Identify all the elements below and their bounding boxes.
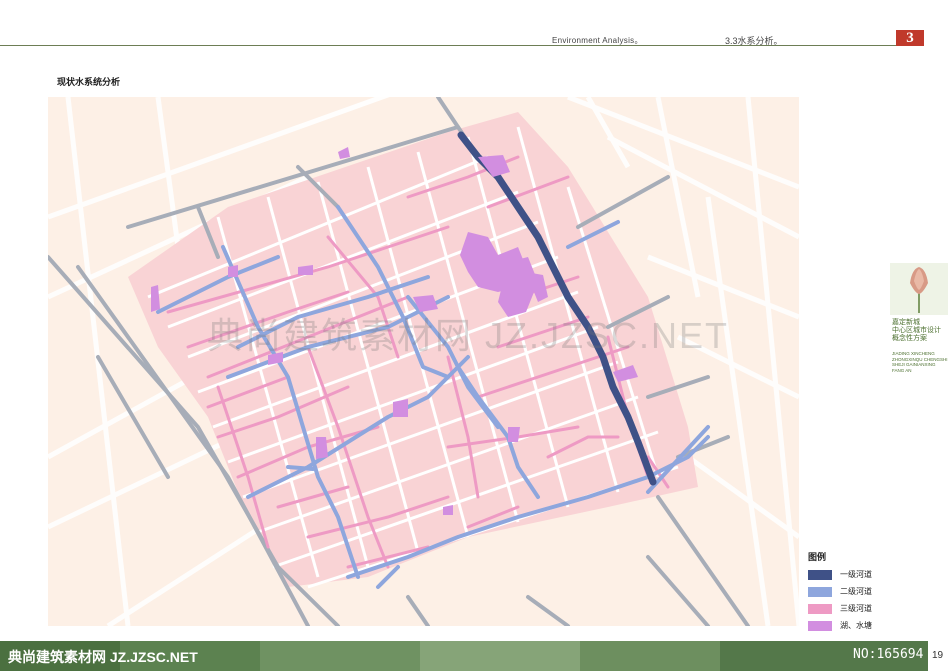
- map-drawing: [48, 97, 799, 626]
- project-logo: 嘉定新城 中心区城市设计 概念性方案 JIADING XINCHENG ZHON…: [890, 263, 948, 373]
- legend-item-tertiary: 三级河道: [808, 601, 872, 616]
- footer-segment: [580, 641, 720, 671]
- project-name-line2: 中心区城市设计: [892, 327, 941, 334]
- legend-swatch: [808, 603, 832, 614]
- header-section-en: Environment Analysis。: [552, 36, 643, 45]
- project-pinyin: JIADING XINCHENG ZHONGXINQU CHENGSHI SHE…: [892, 351, 948, 373]
- page-number: 19: [932, 650, 944, 661]
- water-system-map: [48, 97, 799, 626]
- footer-segment: [420, 641, 580, 671]
- lotus-icon: [910, 267, 928, 313]
- legend-swatch: [808, 620, 832, 631]
- header-rule: [0, 45, 924, 46]
- project-name-line3: 概念性方案: [892, 335, 927, 342]
- legend-label: 一级河道: [840, 570, 872, 579]
- legend-swatch: [808, 569, 832, 580]
- footer-bar: 典尚建筑素材网 JZ.JZSC.NET NO:165694: [0, 641, 928, 671]
- logo-flower-panel: [890, 263, 948, 315]
- legend-item-secondary: 二级河道: [808, 584, 872, 599]
- project-name-line1: 嘉定新城: [892, 319, 920, 326]
- footer-site-name: 典尚建筑素材网 JZ.JZSC.NET: [8, 649, 198, 665]
- legend: 图例 一级河道 二级河道 三级河道 湖、水塘: [808, 550, 872, 635]
- legend-title: 图例: [808, 552, 827, 562]
- header-section-cn: 3.3水系分析。: [725, 36, 783, 46]
- legend-label: 湖、水塘: [840, 621, 872, 630]
- legend-item-lakes: 湖、水塘: [808, 618, 872, 633]
- legend-label: 三级河道: [840, 604, 872, 613]
- footer-serial: NO:165694: [853, 647, 924, 662]
- chapter-badge: 3: [896, 30, 924, 46]
- legend-label: 二级河道: [840, 587, 872, 596]
- footer-segment: [260, 641, 420, 671]
- legend-swatch: [808, 586, 832, 597]
- legend-item-primary: 一级河道: [808, 567, 872, 582]
- page-title: 现状水系统分析: [57, 77, 121, 87]
